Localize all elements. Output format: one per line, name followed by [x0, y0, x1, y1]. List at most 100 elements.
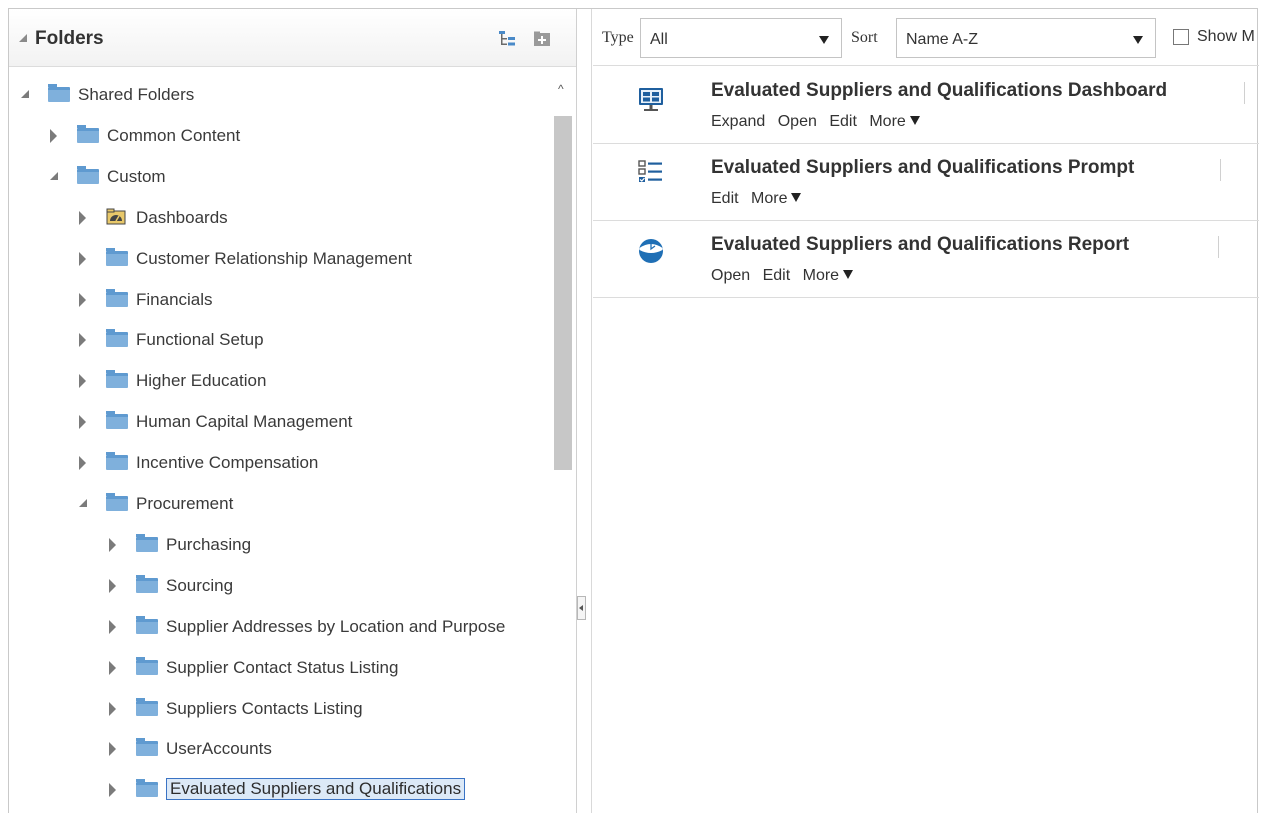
collapse-pane-handle[interactable]	[577, 596, 586, 620]
more-menu[interactable]: More	[803, 267, 853, 284]
tree-node[interactable]: Financials	[9, 287, 549, 313]
tree-node-label[interactable]: Suppliers Contacts Listing	[166, 699, 363, 719]
tree-node[interactable]: Custom	[9, 164, 549, 190]
tree-node[interactable]: Purchasing	[9, 532, 549, 558]
tree-node[interactable]: Shared Folders	[9, 82, 549, 108]
tree-node-label[interactable]: Financials	[136, 290, 213, 310]
tree-node-label[interactable]: Functional Setup	[136, 330, 264, 350]
collapsed-triangle-icon[interactable]	[109, 537, 116, 552]
type-select[interactable]: All	[640, 18, 842, 58]
folder-icon	[106, 288, 128, 307]
tree-node-label[interactable]: Sourcing	[166, 576, 233, 596]
open-link[interactable]: Open	[711, 267, 750, 284]
collapse-triangle-icon[interactable]	[19, 34, 27, 42]
content-panel: Type All Sort Name A-Z Show M Evaluated …	[593, 9, 1259, 813]
folder-icon	[106, 370, 128, 389]
separator	[1218, 236, 1219, 258]
collapsed-triangle-icon[interactable]	[109, 660, 116, 675]
collapsed-triangle-icon[interactable]	[109, 701, 116, 716]
collapsed-triangle-icon[interactable]	[79, 210, 86, 225]
catalog-item-name[interactable]: Evaluated Suppliers and Qualifications R…	[711, 234, 1129, 256]
separator	[1220, 159, 1221, 181]
tree-node-label[interactable]: Higher Education	[136, 371, 266, 391]
collapsed-triangle-icon[interactable]	[79, 292, 86, 307]
sort-label: Sort	[851, 29, 878, 46]
edit-link[interactable]: Edit	[829, 113, 857, 130]
tree-node[interactable]: Sourcing	[9, 573, 549, 599]
collapsed-triangle-icon[interactable]	[79, 415, 86, 430]
new-folder-icon[interactable]	[533, 30, 551, 48]
tree-node[interactable]: Common Content	[9, 123, 549, 149]
tree-scrollbar[interactable]: ^	[551, 68, 575, 813]
folder-tree-icon[interactable]	[498, 30, 516, 48]
tree-node-label[interactable]: Common Content	[107, 126, 240, 146]
tree-node-label[interactable]: Dashboards	[136, 208, 228, 228]
collapsed-triangle-icon[interactable]	[109, 578, 116, 593]
tree-node[interactable]: Procurement	[9, 491, 549, 517]
catalog-item-name[interactable]: Evaluated Suppliers and Qualifications P…	[711, 157, 1134, 179]
tree-node-label[interactable]: Supplier Contact Status Listing	[166, 658, 398, 678]
expanded-triangle-icon[interactable]	[50, 171, 58, 180]
tree-node[interactable]: Supplier Addresses by Location and Purpo…	[9, 614, 549, 640]
expand-link[interactable]: Expand	[711, 113, 765, 130]
folder-icon	[136, 656, 158, 675]
tree-node[interactable]: Customer Relationship Management	[9, 246, 549, 272]
tree-node-label[interactable]: UserAccounts	[166, 739, 272, 759]
collapsed-triangle-icon[interactable]	[79, 456, 86, 471]
sort-select[interactable]: Name A-Z	[896, 18, 1156, 58]
folder-icon	[136, 533, 158, 552]
catalog-item-dashboard: Evaluated Suppliers and Qualifications D…	[593, 67, 1259, 144]
tree-node-label[interactable]: Evaluated Suppliers and Qualifications	[166, 778, 466, 801]
edit-link[interactable]: Edit	[711, 190, 739, 207]
open-link[interactable]: Open	[778, 113, 817, 130]
collapsed-triangle-icon[interactable]	[109, 619, 116, 634]
folder-icon	[136, 574, 158, 593]
catalog-item-name[interactable]: Evaluated Suppliers and Qualifications D…	[711, 80, 1167, 102]
collapsed-triangle-icon[interactable]	[109, 783, 116, 798]
tree-node[interactable]: Higher Education	[9, 368, 549, 394]
folders-panel: Folders Shared Folders Common Content Cust…	[9, 9, 577, 813]
collapsed-triangle-icon[interactable]	[79, 374, 86, 389]
more-menu[interactable]: More	[751, 190, 801, 207]
tree-node-label[interactable]: Supplier Addresses by Location and Purpo…	[166, 617, 505, 637]
dashboard-folder-icon	[106, 208, 126, 225]
chevron-left-icon	[579, 605, 583, 611]
edit-link[interactable]: Edit	[763, 267, 791, 284]
dashboard-icon	[639, 88, 663, 111]
catalog-item-actions: Open Edit More	[711, 267, 861, 285]
tree-node[interactable]: Suppliers Contacts Listing	[9, 696, 549, 722]
tree-node[interactable]: Supplier Contact Status Listing	[9, 655, 549, 681]
tree-node[interactable]: Evaluated Suppliers and Qualifications	[9, 777, 549, 803]
report-icon	[639, 239, 663, 263]
scrollbar-thumb[interactable]	[554, 116, 572, 470]
tree-node-label[interactable]: Incentive Compensation	[136, 453, 318, 473]
tree-node-label[interactable]: Purchasing	[166, 535, 251, 555]
expanded-triangle-icon[interactable]	[79, 499, 87, 507]
collapsed-triangle-icon[interactable]	[79, 251, 86, 266]
folder-icon	[48, 84, 70, 102]
collapsed-triangle-icon[interactable]	[109, 742, 116, 757]
tree-node-label[interactable]: Human Capital Management	[136, 412, 352, 432]
more-menu[interactable]: More	[869, 113, 919, 130]
collapsed-triangle-icon[interactable]	[79, 333, 86, 348]
tree-node-label[interactable]: Shared Folders	[78, 85, 194, 105]
tree-node[interactable]: Dashboards	[9, 205, 549, 231]
tree-node-label[interactable]: Custom	[107, 167, 166, 187]
tree-node[interactable]: Human Capital Management	[9, 409, 549, 435]
tree-node-label[interactable]: Customer Relationship Management	[136, 249, 412, 269]
folder-icon	[106, 452, 128, 471]
tree-node-label[interactable]: Procurement	[136, 494, 233, 514]
collapsed-triangle-icon[interactable]	[50, 128, 57, 143]
folder-tree: Shared Folders Common Content Custom Dashbo…	[9, 68, 576, 813]
tree-node[interactable]: Functional Setup	[9, 327, 549, 353]
scroll-up-icon[interactable]: ^	[558, 82, 564, 96]
show-more-checkbox[interactable]	[1173, 29, 1189, 45]
catalog-item-actions: Expand Open Edit More	[711, 113, 928, 131]
pane-splitter[interactable]	[577, 9, 592, 813]
expanded-triangle-icon[interactable]	[21, 90, 29, 98]
tree-node[interactable]: UserAccounts	[9, 736, 549, 762]
show-more-label: Show M	[1197, 28, 1255, 45]
type-label: Type	[602, 29, 634, 46]
tree-node[interactable]: Incentive Compensation	[9, 450, 549, 476]
folders-panel-header: Folders	[9, 9, 576, 67]
